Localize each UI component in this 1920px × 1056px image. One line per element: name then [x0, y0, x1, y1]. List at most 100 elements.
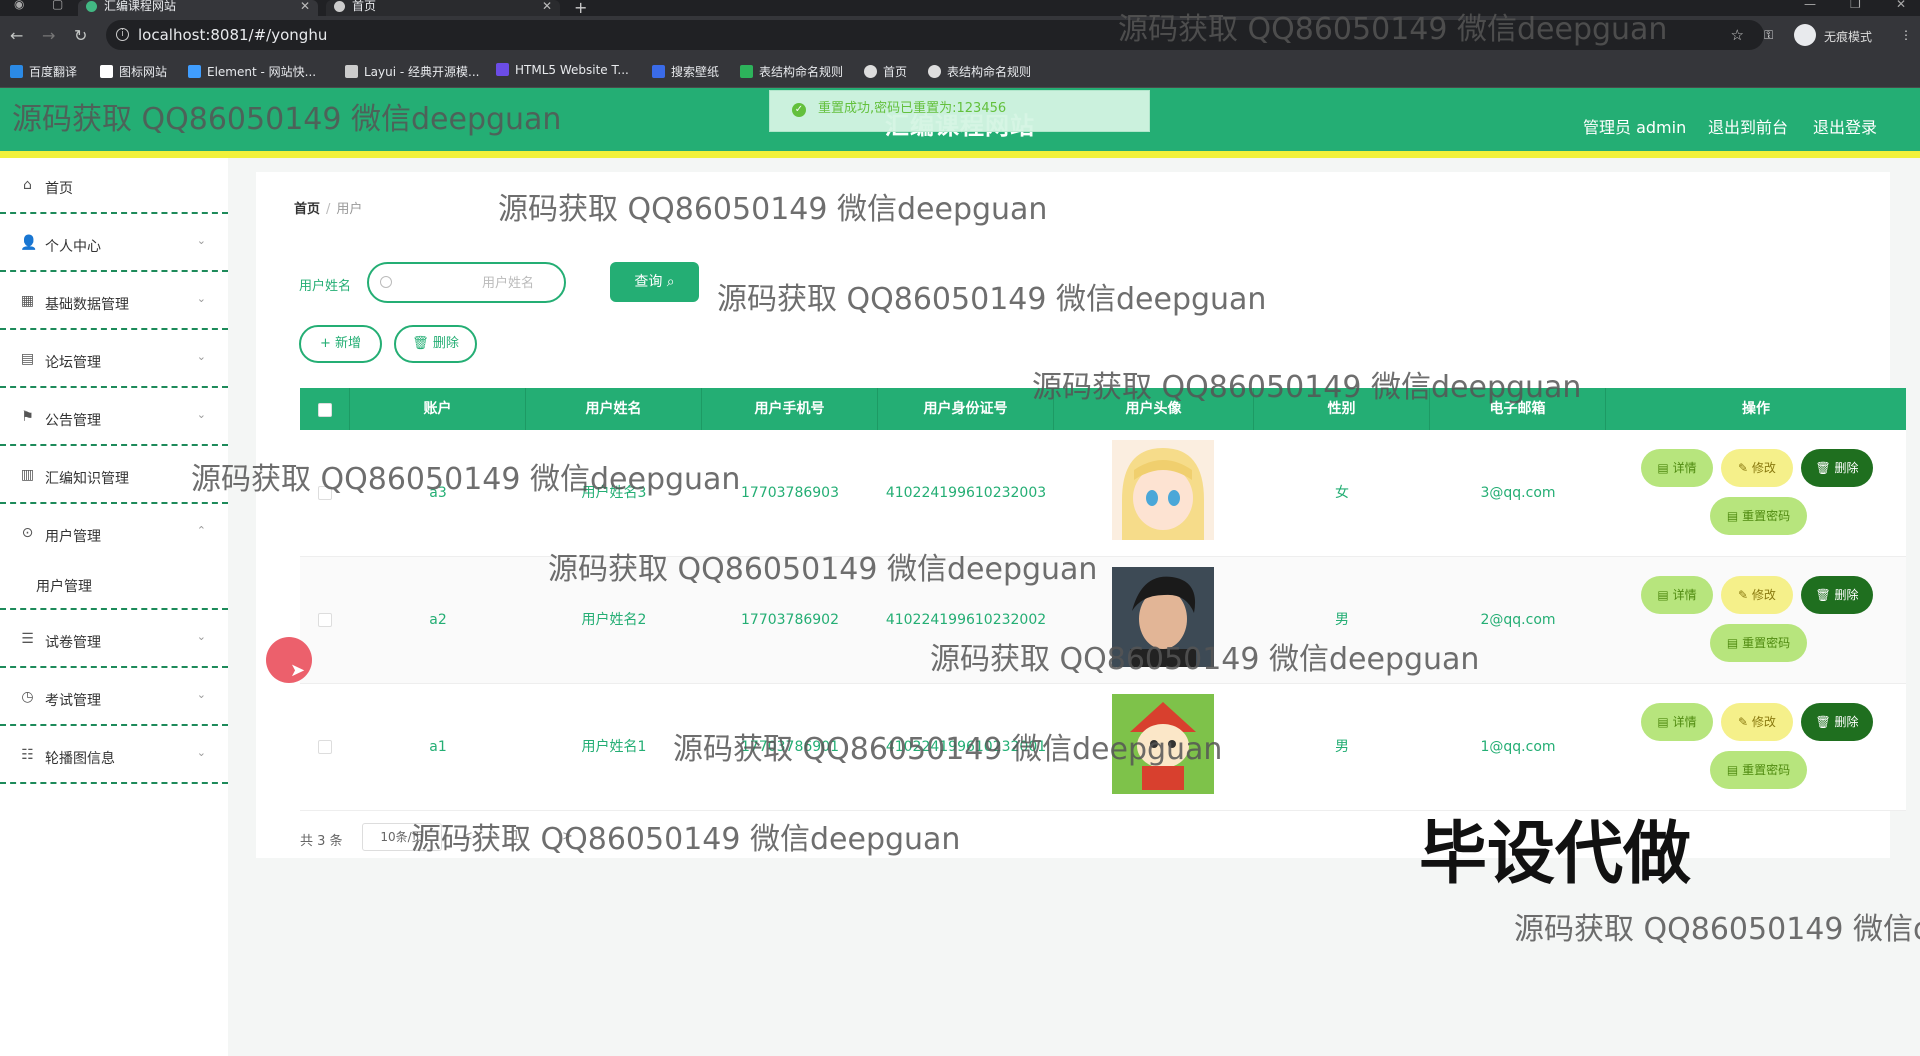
window-icon[interactable]: ▢ — [52, 0, 63, 11]
chevron-down-icon: ⌄ — [196, 688, 206, 701]
sidebar-subitem-users[interactable]: 用户管理 — [0, 558, 228, 610]
cell-phone: 17703786903 — [741, 485, 839, 501]
profile-label[interactable]: 无痕模式 — [1824, 28, 1872, 45]
forward-icon[interactable]: → — [42, 26, 55, 45]
front-link[interactable]: 退出到前台 — [1708, 114, 1788, 138]
page-size-select[interactable]: 10条/页 — [362, 823, 442, 851]
browser-menu-icon[interactable]: ◉ — [14, 0, 24, 11]
tab-inactive[interactable]: 首页 ✕ — [326, 0, 560, 16]
row-checkbox[interactable] — [318, 613, 332, 627]
bookmark-item[interactable]: Layui - 经典开源模... — [345, 63, 479, 80]
bookmark-item[interactable]: 百度翻译 — [10, 63, 77, 80]
wallpaper-icon — [652, 65, 665, 78]
reset-password-button[interactable]: ▤ 重置密码 — [1710, 751, 1807, 789]
url-bar[interactable]: i localhost:8081/#/yonghu ☆ — [106, 20, 1764, 50]
new-tab-icon[interactable]: + — [574, 0, 587, 17]
translate-icon — [10, 65, 23, 78]
incognito-avatar-icon[interactable] — [1794, 24, 1816, 46]
detail-button[interactable]: ▤ 详情 — [1641, 449, 1713, 487]
sidebar-item-carousel[interactable]: ☷ 轮播图信息 ⌄ — [0, 728, 228, 784]
bookmark-item[interactable]: 表结构命名规则 — [928, 63, 1031, 80]
back-icon[interactable]: ← — [10, 26, 23, 45]
layui-icon — [345, 65, 358, 78]
kebab-menu-icon[interactable]: ⋮ — [1900, 28, 1912, 42]
home-icon: ⌂ — [23, 177, 32, 193]
detail-button[interactable]: ▤ 详情 — [1641, 703, 1713, 741]
info-icon[interactable]: i — [116, 28, 129, 41]
delete-button[interactable]: 🗑 删除 — [1801, 576, 1873, 614]
column-header: 账户 — [350, 388, 526, 430]
breadcrumb-current: 用户 — [336, 202, 363, 217]
bookmark-item[interactable]: 图标网站 — [100, 63, 167, 80]
bookmark-item[interactable]: 表结构命名规则 — [740, 63, 843, 80]
users-icon: ⊙ — [21, 525, 34, 541]
select-all-checkbox[interactable] — [318, 403, 332, 417]
edit-button[interactable]: ✎ 修改 — [1721, 576, 1793, 614]
sidebar-item-forum[interactable]: ▤ 论坛管理 ⌄ — [0, 332, 228, 388]
minimize-icon[interactable]: — — [1804, 0, 1816, 11]
close-icon[interactable]: ✕ — [542, 0, 552, 12]
sidebar-item-exams[interactable]: ◷ 考试管理 ⌄ — [0, 670, 228, 726]
sidebar-item-papers[interactable]: ☰ 试卷管理 ⌄ — [0, 612, 228, 668]
close-window-icon[interactable]: ✕ — [1896, 0, 1906, 11]
cell-name: 用户姓名2 — [581, 612, 647, 628]
cell-idcard: 410224199610232001 — [885, 739, 1047, 755]
table-row: a1 用户姓名1 17703786901 410224199610232001 … — [300, 684, 1906, 811]
user-icon: 👤 — [20, 235, 38, 251]
cell-name: 用户姓名3 — [581, 485, 647, 501]
pager-next[interactable]: > — [562, 829, 573, 844]
list-icon: ☰ — [21, 631, 34, 647]
row-checkbox[interactable] — [318, 740, 332, 754]
key-icon[interactable]: ⚿ — [1764, 28, 1773, 43]
reset-password-button[interactable]: ▤ 重置密码 — [1710, 497, 1807, 535]
cell-name: 用户姓名1 — [581, 739, 647, 755]
avatar-anime-girl[interactable] — [1112, 440, 1214, 540]
cell-idcard: 410224199610232002 — [885, 612, 1047, 628]
reset-password-button[interactable]: ▤ 重置密码 — [1710, 624, 1807, 662]
column-header: 用户头像 — [1054, 388, 1254, 430]
delete-button[interactable]: 🗑 删除 — [1801, 449, 1873, 487]
delete-button[interactable]: 🗑 删除 — [1801, 703, 1873, 741]
cell-gender: 男 — [1335, 612, 1349, 628]
bookmark-item[interactable]: 搜索壁纸 — [652, 63, 719, 80]
detail-button[interactable]: ▤ 详情 — [1641, 576, 1713, 614]
bookmark-item[interactable]: Element - 网站快... — [188, 63, 316, 80]
accent-bar — [0, 151, 1920, 158]
edit-button[interactable]: ✎ 修改 — [1721, 703, 1793, 741]
close-icon[interactable]: ✕ — [300, 0, 310, 12]
edit-button[interactable]: ✎ 修改 — [1721, 449, 1793, 487]
avatar-man[interactable] — [1112, 567, 1214, 667]
sidebar-item-knowledge[interactable]: ▥ 汇编知识管理 ⌄ — [0, 448, 228, 504]
logout-link[interactable]: 退出登录 — [1813, 114, 1877, 138]
sidebar-item-users[interactable]: ⊙ 用户管理 ⌃ — [0, 506, 228, 562]
globe-icon — [864, 65, 877, 78]
row-checkbox[interactable] — [318, 486, 332, 500]
bookmark-item[interactable]: HTML5 Website T... — [496, 63, 629, 77]
chevron-up-icon: ⌃ — [196, 524, 206, 537]
bookmark-star-icon[interactable]: ☆ — [1731, 20, 1744, 50]
pager-prev[interactable]: < — [462, 829, 473, 844]
sidebar-item-home[interactable]: ⌂ 首页 — [0, 158, 228, 214]
cursor-icon: ➤ — [290, 660, 306, 681]
query-button[interactable]: 查询 ⌕ — [610, 262, 699, 302]
cell-phone: 17703786901 — [741, 739, 839, 755]
add-button[interactable]: + 新增 — [299, 325, 382, 363]
avatar-cartoon-fox[interactable] — [1112, 694, 1214, 794]
sidebar-item-notice[interactable]: ⚑ 公告管理 ⌄ — [0, 390, 228, 446]
tab-active[interactable]: 汇编课程网站 ✕ — [78, 0, 318, 16]
toast-message: 重置成功,密码已重置为:123456 — [818, 101, 1007, 116]
breadcrumb-home[interactable]: 首页 — [294, 202, 320, 217]
breadcrumb: 首页 / 用户 — [294, 198, 362, 217]
cell-gender: 男 — [1335, 739, 1349, 755]
table-row: a2 用户姓名2 17703786902 410224199610232002 … — [300, 557, 1906, 684]
sidebar-item-basic-data[interactable]: ▦ 基础数据管理 ⌄ — [0, 274, 228, 330]
column-header: 操作 — [1742, 401, 1770, 417]
bookmark-item[interactable]: 首页 — [864, 63, 907, 80]
reload-icon[interactable]: ↻ — [74, 26, 87, 45]
pager-page[interactable]: 1 — [512, 829, 520, 844]
search-input[interactable] — [367, 262, 566, 303]
maximize-icon[interactable]: ❐ — [1850, 0, 1861, 11]
globe-icon — [928, 65, 941, 78]
batch-delete-button[interactable]: 🗑 删除 — [394, 325, 477, 363]
sidebar-item-profile[interactable]: 👤 个人中心 ⌄ — [0, 216, 228, 272]
